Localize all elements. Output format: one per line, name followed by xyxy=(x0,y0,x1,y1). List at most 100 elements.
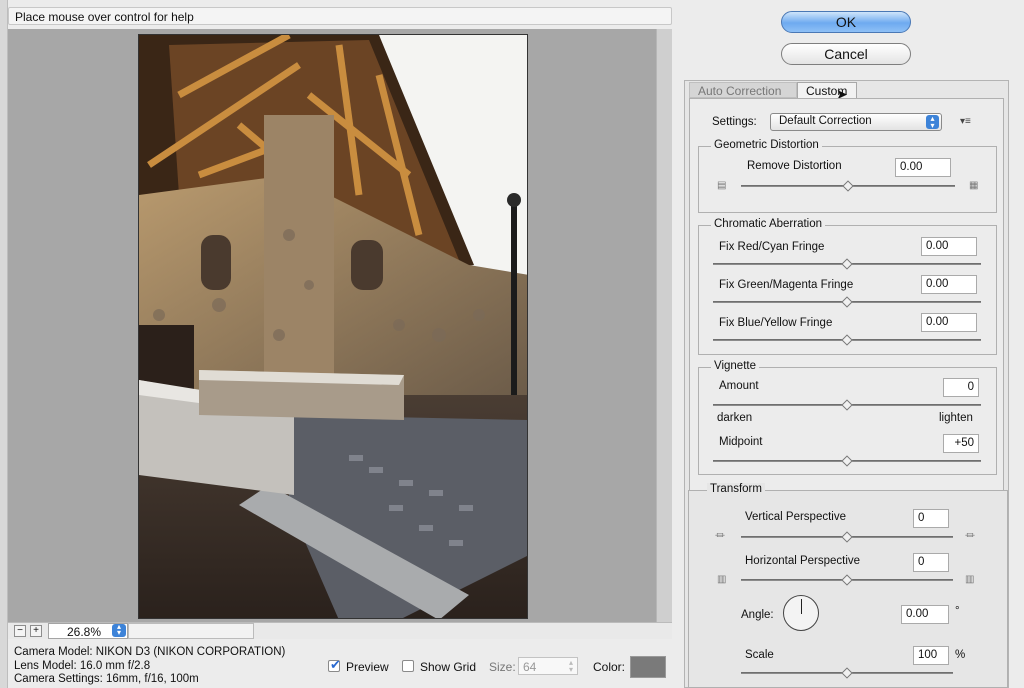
angle-unit: ° xyxy=(955,605,960,617)
vignette-title: Vignette xyxy=(711,360,759,372)
horizontal-perspective-input[interactable]: 0 xyxy=(913,553,949,572)
size-field[interactable]: 64 ▴ ▾ xyxy=(518,657,578,675)
zoom-out-button[interactable]: − xyxy=(14,625,26,637)
horizontal-perspective-left-icon: ▥ xyxy=(717,574,727,585)
scale-slider[interactable] xyxy=(741,667,953,679)
fix-green-magenta-slider[interactable] xyxy=(713,296,981,308)
settings-select[interactable]: Default Correction ▴ ▾ xyxy=(770,113,942,131)
lens-model: Lens Model: 16.0 mm f/2.8 xyxy=(14,659,151,672)
ok-button[interactable]: OK xyxy=(781,11,911,33)
tab-auto-correction[interactable]: Auto Correction xyxy=(689,82,797,98)
vertical-perspective-input[interactable]: 0 xyxy=(913,509,949,528)
slider-thumb[interactable] xyxy=(842,180,854,192)
slider-thumb[interactable] xyxy=(841,531,853,543)
settings-menu-icon[interactable]: ▾≡ xyxy=(960,116,971,127)
camera-model: Camera Model: NIKON D3 (NIKON CORPORATIO… xyxy=(14,646,286,658)
chromatic-aberration-title: Chromatic Aberration xyxy=(711,218,826,230)
geometric-distortion-group: Geometric Distortion Remove Distortion 0… xyxy=(698,139,997,213)
zoom-track xyxy=(128,623,254,639)
zoom-in-button[interactable]: + xyxy=(30,625,42,637)
vertical-perspective-right-icon: ⏛ xyxy=(965,531,975,542)
remove-distortion-value: 0.00 xyxy=(900,161,923,173)
darken-label: darken xyxy=(717,412,753,424)
fix-blue-yellow-label: Fix Blue/Yellow Fringe xyxy=(719,317,833,329)
midpoint-label: Midpoint xyxy=(719,436,763,448)
scale-label: Scale xyxy=(745,649,774,661)
tab-custom[interactable]: Custom ➤ xyxy=(797,82,857,102)
fix-blue-yellow-input[interactable]: 0.00 xyxy=(921,313,977,332)
fix-red-cyan-slider[interactable] xyxy=(713,258,981,270)
vertical-perspective-slider[interactable] xyxy=(741,531,953,543)
vignette-amount-value: 0 xyxy=(967,381,974,393)
vertical-perspective-left-icon: ⏛ xyxy=(715,531,725,542)
fix-blue-yellow-slider[interactable] xyxy=(713,334,981,346)
vignette-amount-input[interactable]: 0 xyxy=(943,378,979,397)
vignette-group: Vignette Amount 0 darken lighten Midpoin… xyxy=(698,360,997,475)
grid-color-swatch[interactable] xyxy=(630,656,666,678)
remove-distortion-slider[interactable] xyxy=(741,180,955,192)
remove-distortion-input[interactable]: 0.00 xyxy=(895,158,951,177)
vignette-amount-slider[interactable] xyxy=(713,399,981,411)
angle-label: Angle: xyxy=(741,609,774,621)
show-grid-label: Show Grid xyxy=(420,660,477,674)
fix-green-magenta-value: 0.00 xyxy=(926,278,949,290)
angle-dial-needle xyxy=(801,599,802,614)
preview-checkbox[interactable]: ✔ xyxy=(328,657,341,672)
horizontal-perspective-label: Horizontal Perspective xyxy=(745,555,861,567)
size-value: 64 xyxy=(523,660,537,674)
zoom-dropdown-stepper[interactable]: ▴ ▾ xyxy=(112,623,126,637)
midpoint-value: +50 xyxy=(954,437,974,449)
camera-settings: Camera Settings: 16mm, f/16, 100m xyxy=(14,673,199,685)
transform-group: Transform Vertical Perspective 0 ⏛ ⏛ Hor… xyxy=(688,483,1008,688)
transform-title: Transform xyxy=(707,483,765,495)
scale-input[interactable]: 100 xyxy=(913,646,949,665)
slider-thumb[interactable] xyxy=(841,334,853,346)
preview-image xyxy=(138,34,528,619)
horizontal-perspective-right-icon: ▥ xyxy=(965,574,975,585)
slider-thumb[interactable] xyxy=(841,455,853,467)
angle-dial[interactable] xyxy=(783,595,819,631)
horizontal-perspective-slider[interactable] xyxy=(741,574,953,586)
cancel-label: Cancel xyxy=(824,46,868,62)
lighten-label: lighten xyxy=(939,412,973,424)
scale-unit: % xyxy=(955,649,966,661)
preview-scrollbar[interactable] xyxy=(656,29,672,622)
size-stepper-icon[interactable]: ▴ ▾ xyxy=(569,659,573,674)
help-text: Place mouse over control for help xyxy=(15,10,194,24)
ok-label: OK xyxy=(835,14,857,30)
vertical-perspective-value: 0 xyxy=(918,512,925,524)
angle-input[interactable]: 0.00 xyxy=(901,605,949,624)
camera-info: Camera Model: NIKON D3 (NIKON CORPORATIO… xyxy=(14,646,334,687)
slider-thumb[interactable] xyxy=(841,667,853,679)
fix-red-cyan-label: Fix Red/Cyan Fringe xyxy=(719,241,825,253)
zoom-bar: − + 26.8% ▴ ▾ xyxy=(8,622,672,639)
slider-thumb[interactable] xyxy=(841,258,853,270)
color-label: Color: xyxy=(593,660,626,674)
barrel-distortion-icon: ▤ xyxy=(717,180,727,191)
angle-value: 0.00 xyxy=(906,608,929,620)
midpoint-slider[interactable] xyxy=(713,455,981,467)
horizontal-perspective-value: 0 xyxy=(918,556,925,568)
help-bar: Place mouse over control for help xyxy=(8,7,672,25)
show-grid-checkbox[interactable] xyxy=(402,660,414,672)
fix-blue-yellow-value: 0.00 xyxy=(926,316,949,328)
cancel-button[interactable]: Cancel xyxy=(781,43,911,65)
settings-value: Default Correction xyxy=(779,115,872,127)
fix-red-cyan-value: 0.00 xyxy=(926,240,949,252)
fix-green-magenta-input[interactable]: 0.00 xyxy=(921,275,977,294)
checkmark-icon: ✔ xyxy=(330,657,341,672)
pincushion-distortion-icon: ▦ xyxy=(969,180,979,191)
vignette-amount-label: Amount xyxy=(719,380,759,392)
settings-select-stepper[interactable]: ▴ ▾ xyxy=(926,115,939,130)
fix-red-cyan-input[interactable]: 0.00 xyxy=(921,237,977,256)
slider-thumb[interactable] xyxy=(841,574,853,586)
chromatic-aberration-group: Chromatic Aberration Fix Red/Cyan Fringe… xyxy=(698,218,997,355)
custom-settings-body: Settings: Default Correction ▴ ▾ ▾≡ Geome… xyxy=(689,98,1004,498)
midpoint-input[interactable]: +50 xyxy=(943,434,979,453)
geometric-distortion-title: Geometric Distortion xyxy=(711,139,822,151)
zoom-value: 26.8% xyxy=(67,625,102,639)
left-toolbar-strip xyxy=(0,0,8,688)
slider-thumb[interactable] xyxy=(841,399,853,411)
remove-distortion-label: Remove Distortion xyxy=(747,160,842,172)
slider-thumb[interactable] xyxy=(841,296,853,308)
